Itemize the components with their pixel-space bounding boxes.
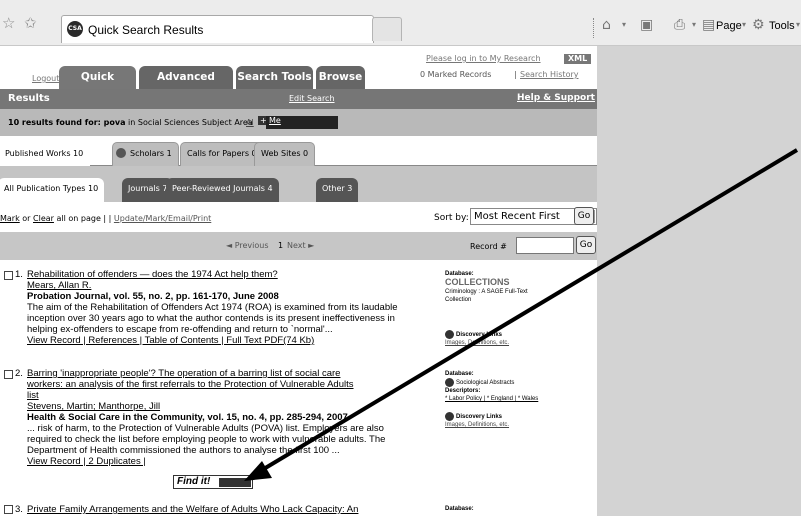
library-logo-icon bbox=[219, 478, 251, 487]
record-authors[interactable]: Stevens, Martin; Manthorpe, Jill bbox=[27, 401, 160, 412]
tab-scholars[interactable]: Scholars 1 bbox=[112, 142, 179, 166]
sort-go-button[interactable]: Go bbox=[574, 207, 594, 225]
clear-link[interactable]: Clear bbox=[33, 214, 54, 223]
me-field[interactable]: Me bbox=[266, 116, 338, 129]
tools-menu[interactable]: Tools bbox=[769, 20, 795, 32]
result-record-1: 1. Rehabilitation of offenders — does th… bbox=[0, 262, 597, 352]
tab-scholars-label: Scholars 1 bbox=[130, 149, 172, 158]
browser-window: ☆ ✩ CSA Quick Search Results ⌂ ▾ ▣ ⎙ ▾ ▤… bbox=[0, 0, 801, 516]
discovery-icon bbox=[445, 330, 454, 339]
next-link[interactable]: Next ► bbox=[287, 241, 314, 250]
record-abstract-line: The aim of the Rehabilitation of Offende… bbox=[27, 302, 398, 313]
database-info: Database: bbox=[445, 506, 474, 512]
page-icon[interactable]: ▤ bbox=[702, 17, 715, 33]
record-authors[interactable]: Mears, Allan R. bbox=[27, 280, 91, 291]
browser-tab[interactable]: CSA Quick Search Results bbox=[61, 15, 374, 43]
chevron-down-icon[interactable]: ▾ bbox=[796, 20, 800, 29]
tab-web-sites[interactable]: Web Sites 0 bbox=[254, 142, 316, 166]
add-favorites-icon[interactable]: ✩ bbox=[24, 14, 37, 32]
descriptor-links[interactable]: * Labor Policy | * England | * Wales bbox=[445, 396, 538, 402]
alert-link[interactable]: Al bbox=[246, 118, 254, 127]
record-checkbox[interactable] bbox=[4, 505, 13, 514]
record-label: Record # bbox=[470, 242, 507, 251]
found-suffix: in Social Sciences Subject Area bbox=[125, 118, 253, 127]
record-title[interactable]: workers: an analysis of the first referr… bbox=[27, 379, 354, 390]
record-checkbox[interactable] bbox=[4, 271, 13, 280]
results-found-bar: 10 results found for: pova in Social Sci… bbox=[0, 109, 597, 136]
xml-badge[interactable]: XML bbox=[564, 54, 592, 64]
edit-search-link[interactable]: Edit Search bbox=[289, 94, 335, 103]
record-source: Probation Journal, vol. 55, no. 2, pp. 1… bbox=[27, 291, 279, 302]
tab-browse[interactable]: Browse bbox=[316, 66, 365, 89]
tab-other[interactable]: Other 3 bbox=[316, 178, 359, 202]
tab-advanced-search[interactable]: Advanced Search bbox=[139, 66, 233, 106]
record-abstract-line: ... risk of harm, to the Protection of V… bbox=[27, 423, 384, 434]
record-number: 2. bbox=[15, 368, 23, 379]
result-record-2: 2. Barring 'inappropriate people'? The o… bbox=[0, 364, 597, 504]
record-title[interactable]: Rehabilitation of offenders — does the 1… bbox=[27, 269, 278, 280]
chevron-down-icon[interactable]: ▾ bbox=[622, 20, 626, 29]
record-title[interactable]: list bbox=[27, 390, 39, 401]
gear-icon[interactable]: ⚙ bbox=[752, 17, 765, 33]
tab-peer-reviewed[interactable]: Peer-Reviewed Journals 4 bbox=[166, 178, 279, 202]
database-info: Database: Sociological Abstracts Descrip… bbox=[445, 371, 539, 403]
sort-label: Sort by: bbox=[434, 213, 469, 223]
discovery-links[interactable]: Discovery Links Images, Definitions, etc… bbox=[445, 330, 509, 347]
tab-all-publication-types[interactable]: All Publication Types 10 bbox=[0, 178, 105, 202]
pager-bar: ◄ Previous 1 Next ► Record # bbox=[0, 232, 597, 260]
record-links[interactable]: View Record | 2 Duplicates | bbox=[27, 456, 146, 467]
sage-collections-logo: COLLECTIONS bbox=[445, 277, 510, 287]
print-icon[interactable]: ⎙ bbox=[674, 17, 685, 33]
logout-link[interactable]: Logout bbox=[32, 74, 59, 83]
database-icon bbox=[445, 378, 454, 387]
record-abstract-line: required to check the list before employ… bbox=[27, 434, 386, 445]
database-info: Database: COLLECTIONS Criminology : A SA… bbox=[445, 271, 528, 303]
chevron-down-icon[interactable]: ▾ bbox=[692, 20, 696, 29]
marked-records: 0 Marked Records bbox=[420, 70, 492, 79]
record-checkbox[interactable] bbox=[4, 370, 13, 379]
browser-toolbar: ☆ ✩ CSA Quick Search Results ⌂ ▾ ▣ ⎙ ▾ ▤… bbox=[0, 0, 801, 46]
record-title[interactable]: Barring 'inappropriate people'? The oper… bbox=[27, 368, 340, 379]
tab-published-works[interactable]: Published Works 10 bbox=[0, 142, 91, 166]
found-prefix: 10 results found for: bbox=[8, 118, 104, 127]
prev-link[interactable]: ◄ Previous bbox=[226, 241, 269, 250]
record-links[interactable]: View Record | References | Table of Cont… bbox=[27, 335, 314, 346]
results-bar: Results Edit Search Help & Support bbox=[0, 89, 597, 109]
home-icon[interactable]: ⌂ bbox=[602, 17, 611, 33]
page-gutter bbox=[597, 46, 801, 516]
record-source: Health & Social Care in the Community, v… bbox=[27, 412, 348, 423]
found-term: pova bbox=[103, 118, 126, 127]
record-go-button[interactable]: Go bbox=[576, 236, 596, 254]
chevron-down-icon[interactable]: ▾ bbox=[742, 20, 746, 29]
record-abstract-line: Department of Health commissioned the au… bbox=[27, 445, 340, 456]
tab-calls-for-papers[interactable]: Calls for Papers 0 bbox=[180, 142, 264, 166]
search-history-link[interactable]: Search History bbox=[520, 70, 579, 79]
results-title: Results bbox=[8, 93, 50, 104]
scholar-icon bbox=[116, 148, 126, 158]
page-menu[interactable]: Page bbox=[716, 20, 742, 32]
record-abstract-line: inception over 30 years ago to what the … bbox=[27, 313, 395, 324]
record-abstract-line: helping ex-offenders to escape from re-o… bbox=[27, 324, 333, 335]
new-tab-button[interactable] bbox=[372, 17, 402, 41]
result-record-3: 3. Private Family Arrangements and the W… bbox=[0, 502, 597, 516]
tab-search-tools[interactable]: Search Tools bbox=[236, 66, 313, 89]
record-number-input[interactable] bbox=[516, 237, 574, 254]
discovery-links[interactable]: Discovery Links Images, Definitions, etc… bbox=[445, 412, 509, 429]
page-number: 1 bbox=[278, 241, 284, 250]
tab-quick-search[interactable]: Quick Search bbox=[59, 66, 136, 106]
favorites-star-icon[interactable]: ☆ bbox=[2, 14, 15, 32]
record-title[interactable]: Private Family Arrangements and the Welf… bbox=[27, 504, 358, 515]
feeds-icon[interactable]: ▣ bbox=[640, 17, 653, 33]
tab-title: Quick Search Results bbox=[88, 23, 204, 37]
record-number: 3. bbox=[15, 504, 23, 515]
mark-link[interactable]: Mark bbox=[0, 214, 20, 223]
find-it-button[interactable]: Find it! bbox=[173, 475, 253, 489]
toolbar-separator bbox=[593, 18, 594, 38]
help-support-link[interactable]: Help & Support bbox=[517, 93, 595, 103]
login-link[interactable]: Please log in to My Research bbox=[426, 54, 541, 63]
record-number: 1. bbox=[15, 269, 23, 280]
update-mark-email-print-link[interactable]: Update/Mark/Email/Print bbox=[114, 214, 211, 223]
csa-logo-icon: CSA bbox=[67, 21, 83, 37]
discovery-icon bbox=[445, 412, 454, 421]
